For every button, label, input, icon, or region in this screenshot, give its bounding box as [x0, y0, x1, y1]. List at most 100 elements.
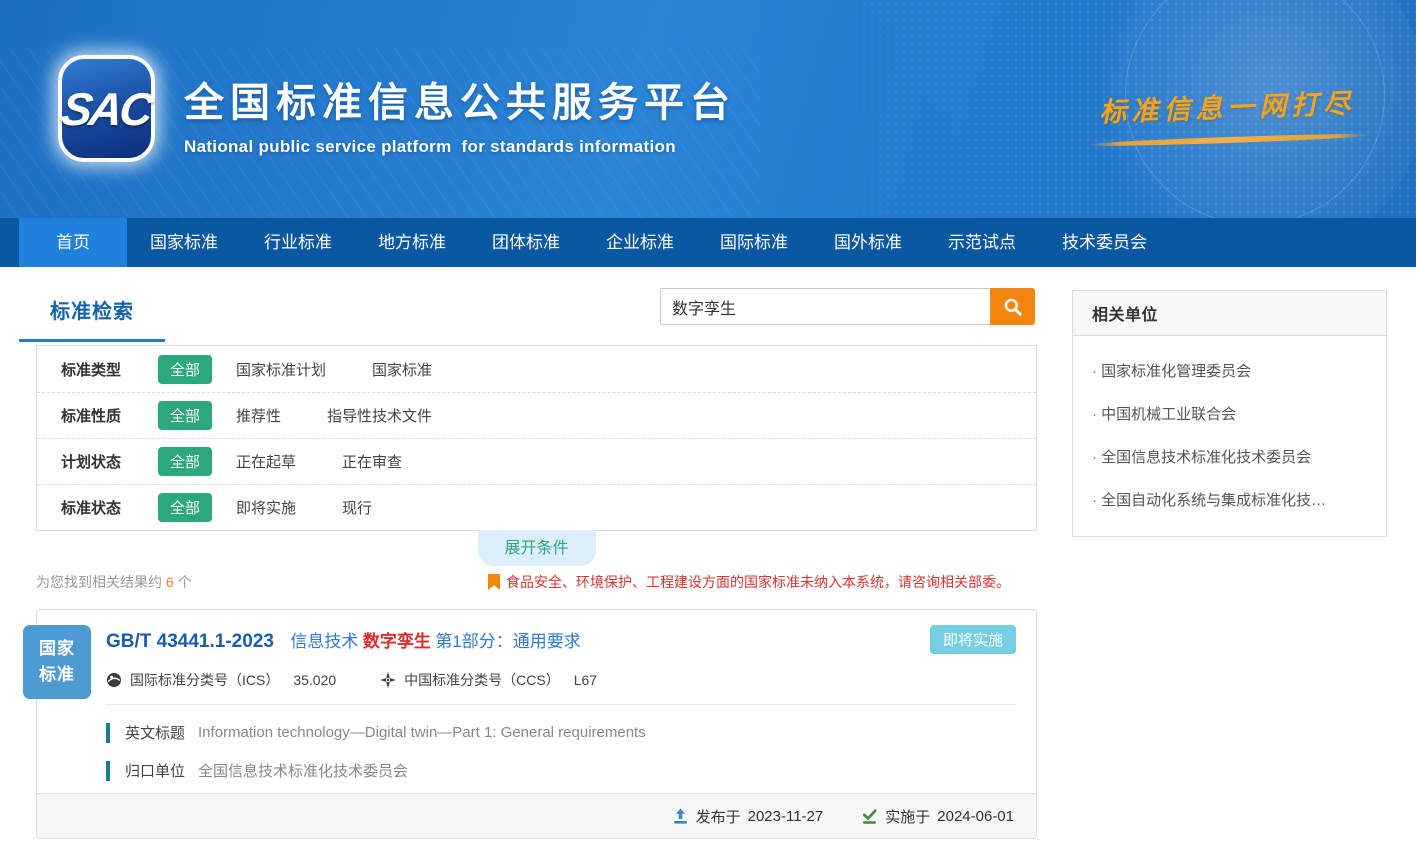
filter-option[interactable]: 指导性技术文件	[327, 405, 432, 426]
standard-title-part1[interactable]: 信息技术	[290, 632, 358, 651]
filter-row-label: 标准性质	[61, 405, 137, 426]
filter-all-button[interactable]: 全部	[158, 493, 212, 522]
result-count-number: 6	[166, 574, 174, 590]
search-icon	[1003, 297, 1023, 317]
section-title-underline	[19, 339, 165, 342]
section-title-wrap: 标准检索	[19, 295, 165, 342]
filter-all-button[interactable]: 全部	[158, 355, 212, 384]
nav-item-3[interactable]: 行业标准	[241, 218, 355, 267]
expand-conditions-button[interactable]: 展开条件	[478, 530, 596, 566]
filter-row-2: 标准性质全部 推荐性 指导性技术文件	[37, 392, 1036, 438]
info-row-value: Information technology—Digital twin—Part…	[198, 724, 646, 741]
nav-item-2[interactable]: 国家标准	[127, 218, 241, 267]
right-sidebar: 相关单位 国家标准化管理委员会中国机械工业联合会全国信息技术标准化技术委员会全国…	[1072, 288, 1387, 839]
standard-title-highlight[interactable]: 数字孪生	[363, 632, 431, 651]
result-count: 为您找到相关结果约 6 个	[36, 572, 192, 592]
implemented-date: 2024-06-01	[937, 808, 1014, 825]
sidebar-unit-link[interactable]: 国家标准化管理委员会	[1085, 360, 1374, 381]
info-row-label: 归口单位	[125, 760, 185, 781]
info-row-label: 英文标题	[125, 722, 185, 743]
filter-row-4: 标准状态全部 即将实施 现行	[37, 484, 1036, 530]
nav-item-10[interactable]: 技术委员会	[1039, 218, 1170, 267]
implemented-date-item: 实施于 2024-06-01	[861, 806, 1014, 827]
search-group	[660, 288, 1035, 325]
result-count-suffix: 个	[178, 574, 192, 590]
ccs-label: 中国标准分类号（CCS）	[404, 670, 560, 690]
nav-item-7[interactable]: 国际标准	[697, 218, 811, 267]
filter-all-button[interactable]: 全部	[158, 447, 212, 476]
card-body: GB/T 43441.1-2023 信息技术 数字孪生 第1部分：通用要求 即将…	[37, 610, 1036, 781]
system-notice-text: 食品安全、环境保护、工程建设方面的国家标准未纳入本系统，请咨询相关部委。	[506, 572, 1010, 592]
related-units-list: 国家标准化管理委员会中国机械工业联合会全国信息技术标准化技术委员会全国自动化系统…	[1073, 336, 1386, 536]
ics-value: 35.020	[293, 672, 336, 688]
filter-all-button[interactable]: 全部	[158, 401, 212, 430]
filter-row-label: 标准类型	[61, 359, 137, 380]
left-column: 标准检索 标准类型全部国家标准计划国家标准标准性质全部推荐性指导性技术文件计划状…	[36, 288, 1037, 839]
nav-item-9[interactable]: 示范试点	[925, 218, 1039, 267]
site-subtitle: National public service platform for sta…	[184, 137, 736, 157]
nav-item-5[interactable]: 团体标准	[469, 218, 583, 267]
system-notice: 食品安全、环境保护、工程建设方面的国家标准未纳入本系统，请咨询相关部委。	[488, 572, 1010, 592]
search-button[interactable]	[990, 288, 1035, 325]
filter-panel: 标准类型全部国家标准计划国家标准标准性质全部推荐性指导性技术文件计划状态全部正在…	[36, 345, 1037, 531]
filter-row-label: 计划状态	[61, 451, 137, 472]
filter-option[interactable]: 即将实施	[236, 497, 296, 518]
filter-option[interactable]: 正在起草	[236, 451, 296, 472]
filter-option[interactable]: 正在审查	[342, 451, 402, 472]
banner-slogan: 标准信息一网打尽	[1084, 81, 1371, 148]
teal-bar-decoration	[106, 761, 110, 781]
compass-icon	[380, 672, 396, 688]
standard-type-badge: 国家 标准	[23, 625, 91, 699]
badge-line2: 标准	[39, 662, 75, 688]
nav-item-8[interactable]: 国外标准	[811, 218, 925, 267]
standard-code-link[interactable]: GB/T 43441.1-2023	[106, 631, 274, 652]
expand-conditions-label: 展开条件	[504, 540, 568, 557]
site-title-block: 全国标准信息公共服务平台 National public service pla…	[184, 70, 736, 157]
related-units-title: 相关单位	[1073, 291, 1386, 336]
related-units-panel: 相关单位 国家标准化管理委员会中国机械工业联合会全国信息技术标准化技术委员会全国…	[1072, 290, 1387, 537]
result-summary-row: 为您找到相关结果约 6 个 食品安全、环境保护、工程建设方面的国家标准未纳入本系…	[36, 572, 1037, 592]
sidebar-unit-link[interactable]: 全国自动化系统与集成标准化技…	[1085, 489, 1374, 510]
filter-row-label: 标准状态	[61, 497, 137, 518]
site-header: SAC 全国标准信息公共服务平台 National public service…	[0, 0, 1416, 218]
nav-item-6[interactable]: 企业标准	[583, 218, 697, 267]
filter-option[interactable]: 国家标准	[372, 359, 432, 380]
globe-icon	[106, 672, 122, 688]
sidebar-unit-link[interactable]: 中国机械工业联合会	[1085, 403, 1374, 424]
search-input[interactable]	[660, 288, 990, 325]
filter-row-1: 标准类型全部 国家标准计划 国家标准	[37, 346, 1036, 392]
standard-title-row: GB/T 43441.1-2023 信息技术 数字孪生 第1部分：通用要求 即将…	[106, 627, 1016, 653]
nav-item-1[interactable]: 首页	[19, 218, 127, 267]
ics-label: 国际标准分类号（ICS）	[130, 670, 279, 690]
standard-title-part2[interactable]: 第1部分：通用要求	[435, 632, 580, 651]
teal-bar-decoration	[106, 723, 110, 743]
standard-card: 国家 标准 GB/T 43441.1-2023 信息技术 数字孪生 第1部分：通…	[36, 609, 1037, 839]
bookmark-icon	[488, 574, 500, 590]
badge-line1: 国家	[39, 636, 75, 662]
published-label: 发布于	[696, 806, 741, 827]
ccs-meta: 中国标准分类号（CCS） L67	[380, 670, 597, 690]
publish-upload-icon	[672, 808, 689, 825]
implemented-label: 实施于	[885, 806, 930, 827]
published-date: 2023-11-27	[748, 808, 824, 825]
page-title: 标准检索	[50, 301, 134, 323]
sac-logo-text: SAC	[59, 82, 155, 136]
filter-row-3: 计划状态全部 正在起草 正在审查	[37, 438, 1036, 484]
standard-info-row: 英文标题 Information technology—Digital twin—…	[106, 722, 1016, 743]
search-section: 标准检索	[36, 288, 1037, 345]
nav-item-4[interactable]: 地方标准	[355, 218, 469, 267]
site-title: 全国标准信息公共服务平台	[184, 70, 736, 128]
ccs-value: L67	[574, 672, 597, 688]
page: SAC 全国标准信息公共服务平台 National public service…	[0, 0, 1416, 845]
standard-info-row: 归口单位全国信息技术标准化技术委员会	[106, 760, 1016, 781]
filter-option[interactable]: 国家标准计划	[236, 359, 326, 380]
published-date-item: 发布于 2023-11-27	[672, 806, 824, 827]
sidebar-unit-link[interactable]: 全国信息技术标准化技术委员会	[1085, 446, 1374, 467]
sac-logo[interactable]: SAC	[58, 55, 155, 162]
main-content: 标准检索 标准类型全部国家标准计划国家标准标准性质全部推荐性指导性技术文件计划状…	[0, 267, 1416, 839]
info-row-value: 全国信息技术标准化技术委员会	[198, 760, 408, 781]
card-divider	[106, 704, 1016, 705]
result-count-prefix: 为您找到相关结果约	[36, 574, 162, 590]
filter-option[interactable]: 现行	[342, 497, 372, 518]
filter-option[interactable]: 推荐性	[236, 405, 281, 426]
